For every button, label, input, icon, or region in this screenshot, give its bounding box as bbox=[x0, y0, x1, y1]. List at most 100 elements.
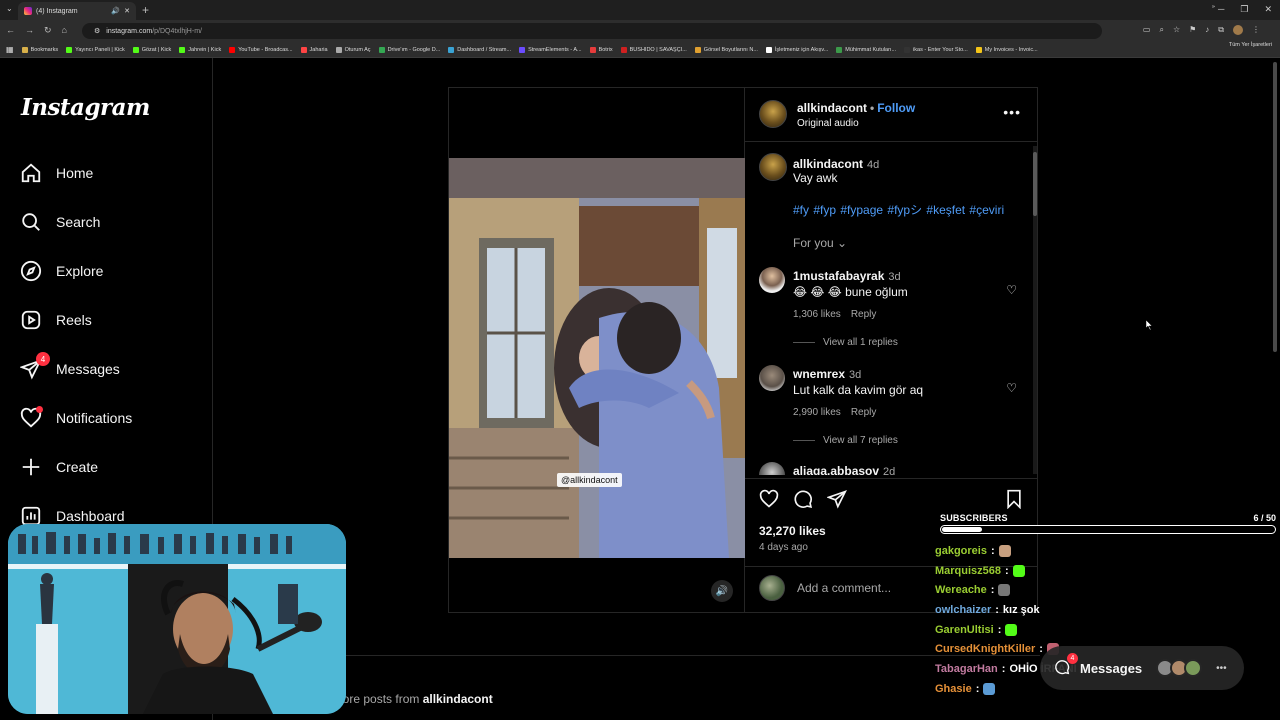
like-comment-heart-icon[interactable]: ♡ bbox=[1006, 283, 1017, 297]
sidebar-item-notifications[interactable]: Notifications bbox=[20, 404, 132, 432]
sidebar-item-messages[interactable]: 4 Messages bbox=[20, 352, 120, 383]
comment-username[interactable]: 1mustafabayrak bbox=[793, 269, 884, 283]
messages-icon: 4 bbox=[20, 352, 50, 380]
bookmark-item[interactable]: Görsel Boyutlarını N... bbox=[694, 46, 758, 53]
comment-body: aliaga.abbasov 2d bbox=[793, 462, 993, 475]
view-replies-button[interactable]: View all 7 replies bbox=[793, 435, 898, 446]
commenter-avatar[interactable] bbox=[759, 462, 785, 475]
sidebar-item-reels[interactable]: Reels bbox=[20, 306, 92, 334]
messages-floating-button[interactable]: 4 Messages ••• bbox=[1040, 646, 1244, 690]
new-tab-button[interactable]: + bbox=[142, 3, 149, 17]
reply-button[interactable]: Reply bbox=[851, 407, 877, 418]
bookmark-item[interactable]: Jahrein | Kick bbox=[179, 46, 221, 53]
bookmark-favicon-icon bbox=[229, 46, 236, 53]
instagram-logo[interactable]: Instagram bbox=[21, 94, 150, 121]
tab-close-icon[interactable]: ✕ bbox=[124, 7, 130, 15]
bookmark-item[interactable]: StreamElements - A... bbox=[519, 46, 582, 53]
sidebar-item-explore[interactable]: Explore bbox=[20, 257, 103, 285]
profile-avatar[interactable] bbox=[1233, 25, 1243, 35]
bookmark-item[interactable]: Drive'ım - Google D... bbox=[378, 46, 440, 53]
follow-button[interactable]: Follow bbox=[877, 101, 915, 115]
bookmark-label: Görsel Boyutlarını N... bbox=[703, 46, 758, 53]
bookmark-favicon-icon bbox=[765, 46, 772, 53]
comment-likes[interactable]: 2,990 likes bbox=[793, 407, 841, 418]
browser-toolbar: ← → ↻ ⌂ ⚙ instagram.com /p/DQ4txlhjH-m/ … bbox=[0, 20, 1280, 42]
browser-tab-instagram[interactable]: (4) Instagram 🔊 ✕ bbox=[18, 2, 136, 20]
sidebar-item-home[interactable]: Home bbox=[20, 159, 93, 187]
comment-bubble-icon[interactable] bbox=[793, 489, 813, 514]
bookmark-item[interactable]: My Invoices - Invoic... bbox=[975, 46, 1038, 53]
share-icon[interactable] bbox=[826, 489, 847, 514]
browser-menu-icon[interactable]: ⋮ bbox=[1252, 25, 1260, 35]
zoom-icon[interactable]: ⌕ bbox=[1159, 25, 1163, 35]
comment-meta: 2,990 likes Reply bbox=[793, 407, 993, 418]
more-posts-prefix: lore posts from bbox=[340, 692, 420, 706]
like-heart-icon[interactable] bbox=[759, 489, 779, 514]
view-replies-button[interactable]: View all 1 replies bbox=[793, 337, 898, 348]
bookmark-item[interactable]: Gözat | Kick bbox=[132, 46, 171, 53]
comment-username[interactable]: aliaga.abbasov bbox=[793, 464, 879, 475]
puzzle-icon[interactable]: ⧉ bbox=[1218, 25, 1224, 35]
sidebar-item-create[interactable]: Create bbox=[20, 453, 98, 481]
caption-time: 4d bbox=[867, 159, 880, 171]
bookmark-item[interactable]: Mühimmat Kutuları... bbox=[836, 46, 896, 53]
like-comment-heart-icon[interactable]: ♡ bbox=[1006, 381, 1017, 395]
back-icon[interactable]: ← bbox=[6, 25, 15, 36]
add-comment-input[interactable]: Add a comment... bbox=[797, 581, 891, 595]
video-frame[interactable]: @allkindacont bbox=[449, 158, 745, 558]
reply-button[interactable]: Reply bbox=[851, 309, 877, 320]
bookmark-item[interactable]: İşletmeniz için Akıșv... bbox=[765, 46, 828, 53]
for-you-dropdown[interactable]: For you ⌄ bbox=[793, 236, 847, 250]
commenter-avatar[interactable] bbox=[759, 365, 785, 391]
home-browser-icon[interactable]: ⌂ bbox=[62, 25, 67, 36]
more-options-icon[interactable]: ••• bbox=[1003, 104, 1021, 120]
caption-hashtags[interactable]: #fy #fyp #fypage #fypシ #keşfet #çeviri bbox=[793, 201, 1004, 218]
media-icon[interactable]: ♪ bbox=[1205, 25, 1209, 35]
address-bar[interactable]: ⚙ instagram.com /p/DQ4txlhjH-m/ bbox=[82, 23, 1102, 39]
bookmark-item[interactable]: Dashboard / Stream... bbox=[448, 46, 511, 53]
comment-likes[interactable]: 1,306 likes bbox=[793, 309, 841, 320]
original-audio-link[interactable]: Original audio bbox=[797, 118, 859, 129]
mute-toggle-icon[interactable]: 🔊 bbox=[711, 580, 733, 602]
sidebar-item-search[interactable]: Search bbox=[20, 208, 100, 236]
author-avatar[interactable] bbox=[759, 100, 787, 128]
comments-scrollbar[interactable] bbox=[1033, 146, 1037, 474]
bookmark-item[interactable]: Jaharia bbox=[300, 46, 328, 53]
bookmark-item[interactable]: ikas - Enter Your Sto... bbox=[904, 46, 968, 53]
save-bookmark-icon[interactable] bbox=[1005, 489, 1023, 514]
more-posts-author[interactable]: allkindacont bbox=[423, 692, 493, 706]
bookmark-star-icon[interactable]: ☆ bbox=[1173, 25, 1180, 35]
post-likes-count[interactable]: 32,270 likes bbox=[759, 524, 826, 538]
video-player[interactable]: @allkindacont 🔊 bbox=[449, 88, 745, 612]
bookmark-item[interactable]: BUSHIDO | SAVAŞÇI... bbox=[620, 46, 687, 53]
bookmark-item[interactable]: Oturum Aç bbox=[335, 46, 371, 53]
comment-username[interactable]: wnemrex bbox=[793, 367, 845, 381]
extension-icon[interactable]: ⚑ bbox=[1189, 25, 1196, 35]
tab-list-chevron-icon[interactable]: ⌄ bbox=[6, 4, 13, 13]
page-scroll-thumb[interactable] bbox=[1273, 62, 1277, 352]
page-scrollbar[interactable] bbox=[1272, 62, 1278, 718]
caption-author-avatar[interactable] bbox=[759, 153, 787, 181]
bookmarks-overflow-icon[interactable]: » bbox=[1212, 4, 1215, 10]
subscribers-progress-bar bbox=[940, 525, 1276, 534]
chat-username: Wereache bbox=[935, 584, 987, 597]
subscribers-count: 6 / 50 bbox=[1253, 513, 1276, 523]
comments-list[interactable]: allkindacont 4d Vay awk #fy #fyp #fypage … bbox=[745, 143, 1033, 475]
bookmark-favicon-icon bbox=[21, 46, 28, 53]
site-info-icon[interactable]: ⚙ bbox=[94, 27, 100, 35]
comments-scroll-thumb[interactable] bbox=[1033, 152, 1037, 216]
bookmark-item[interactable]: Bookmarks bbox=[21, 46, 58, 53]
post-author-username[interactable]: allkindacont bbox=[797, 101, 867, 115]
tab-audio-icon[interactable]: 🔊 bbox=[111, 7, 120, 15]
forward-icon[interactable]: → bbox=[25, 25, 34, 36]
install-app-icon[interactable]: ▭ bbox=[1143, 25, 1151, 35]
all-bookmarks-link[interactable]: Tüm Yer İşaretleri bbox=[1229, 42, 1272, 48]
caption-username[interactable]: allkindacont bbox=[793, 157, 863, 171]
commenter-avatar[interactable] bbox=[759, 267, 785, 293]
bookmark-item[interactable]: Yayıncı Paneli | Kick bbox=[66, 46, 125, 53]
apps-grid-icon[interactable]: ▦ bbox=[6, 45, 14, 54]
chat-emote-icon bbox=[998, 584, 1011, 597]
bookmark-item[interactable]: Botrix bbox=[589, 46, 613, 53]
bookmark-item[interactable]: YouTube - Broadcas... bbox=[229, 46, 293, 53]
reload-icon[interactable]: ↻ bbox=[44, 25, 52, 36]
